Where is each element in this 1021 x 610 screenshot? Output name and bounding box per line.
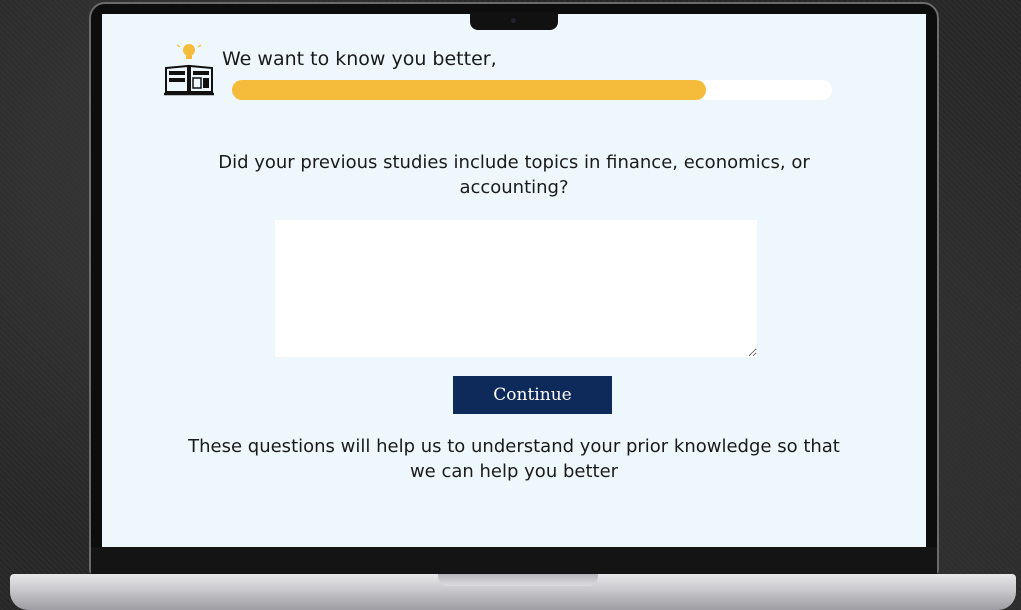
answer-input[interactable] xyxy=(275,220,757,357)
laptop-bezel-chin xyxy=(91,547,937,574)
page-title: We want to know you better, xyxy=(222,48,497,70)
book-lightbulb-icon xyxy=(164,44,214,96)
screen: We want to know you better, Did your pre… xyxy=(102,14,926,547)
progress-fill xyxy=(232,80,706,100)
continue-button[interactable]: Continue xyxy=(453,376,612,414)
progress-bar xyxy=(232,80,832,100)
help-text: These questions will help us to understa… xyxy=(188,436,840,482)
laptop-hinge xyxy=(438,574,598,586)
webcam-icon xyxy=(511,18,516,23)
camera-notch xyxy=(470,12,558,30)
laptop-base xyxy=(10,574,1016,610)
question-text: Did your previous studies include topics… xyxy=(218,152,810,198)
